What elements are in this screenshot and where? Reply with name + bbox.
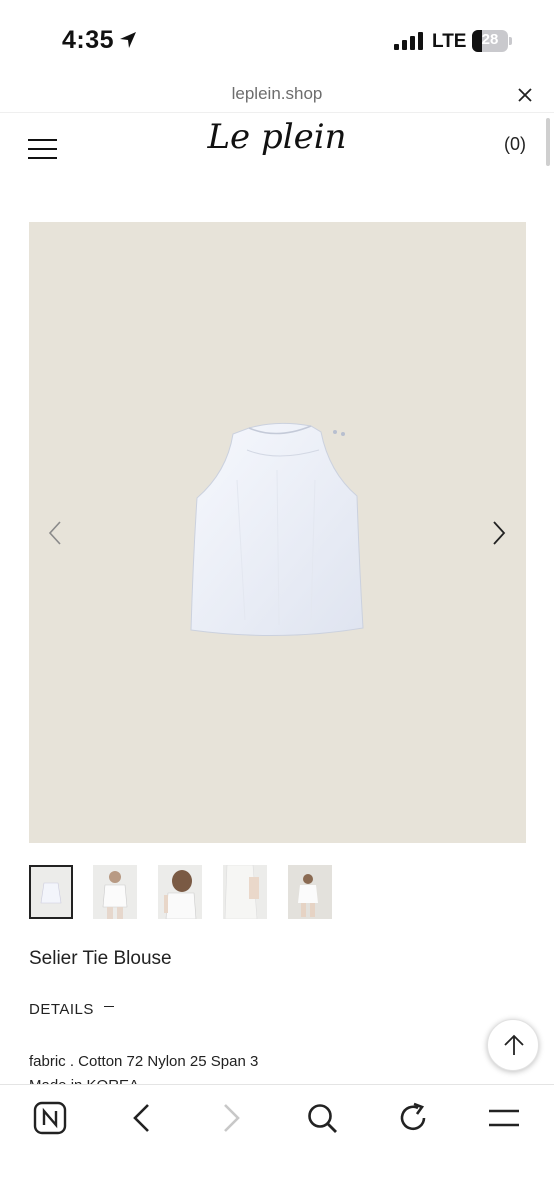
scroll-top-button[interactable] [487, 1019, 539, 1071]
status-time: 4:35 [62, 26, 115, 54]
chevron-left-icon[interactable] [47, 520, 63, 546]
search-icon[interactable] [305, 1101, 339, 1135]
battery-icon: 28 [472, 30, 508, 52]
url-bar[interactable]: leplein.shop [0, 80, 554, 113]
blouse-image [190, 422, 364, 637]
url-text[interactable]: leplein.shop [0, 84, 554, 104]
status-bar: 4:35 LTE 28 [0, 0, 554, 80]
location-arrow-icon [120, 32, 136, 48]
naver-home-icon[interactable] [33, 1101, 67, 1135]
thumbnail-4[interactable] [223, 865, 267, 919]
battery-level: 28 [481, 31, 499, 48]
signal-icon [394, 32, 423, 50]
battery-cap [509, 37, 512, 45]
thumbnail-1[interactable] [29, 865, 73, 919]
thumbnail-3[interactable] [158, 865, 202, 919]
details-label: DETAILS [29, 1001, 94, 1018]
thumbnail-5[interactable] [288, 865, 332, 919]
cart-count[interactable]: (0) [504, 134, 526, 155]
forward-icon [224, 1104, 240, 1132]
minus-icon [104, 1006, 114, 1007]
close-icon[interactable] [517, 87, 533, 103]
menu-icon[interactable] [487, 1101, 521, 1135]
arrow-up-icon [504, 1034, 524, 1055]
chevron-right-icon[interactable] [491, 520, 507, 546]
product-title: Selier Tie Blouse [29, 948, 172, 969]
scrollbar[interactable] [546, 118, 550, 166]
details-toggle[interactable]: DETAILS [29, 1001, 114, 1019]
fabric-text: fabric . Cotton 72 Nylon 25 Span 3 [29, 1053, 259, 1070]
back-icon[interactable] [128, 1101, 154, 1135]
thumbnail-2[interactable] [93, 865, 137, 919]
reload-icon[interactable] [396, 1101, 430, 1135]
site-logo[interactable]: Le plein [0, 117, 554, 157]
browser-toolbar [0, 1084, 554, 1201]
product-image[interactable] [29, 222, 526, 843]
carrier-label: LTE [432, 31, 467, 52]
site-header: Le plein (0) [0, 113, 554, 183]
